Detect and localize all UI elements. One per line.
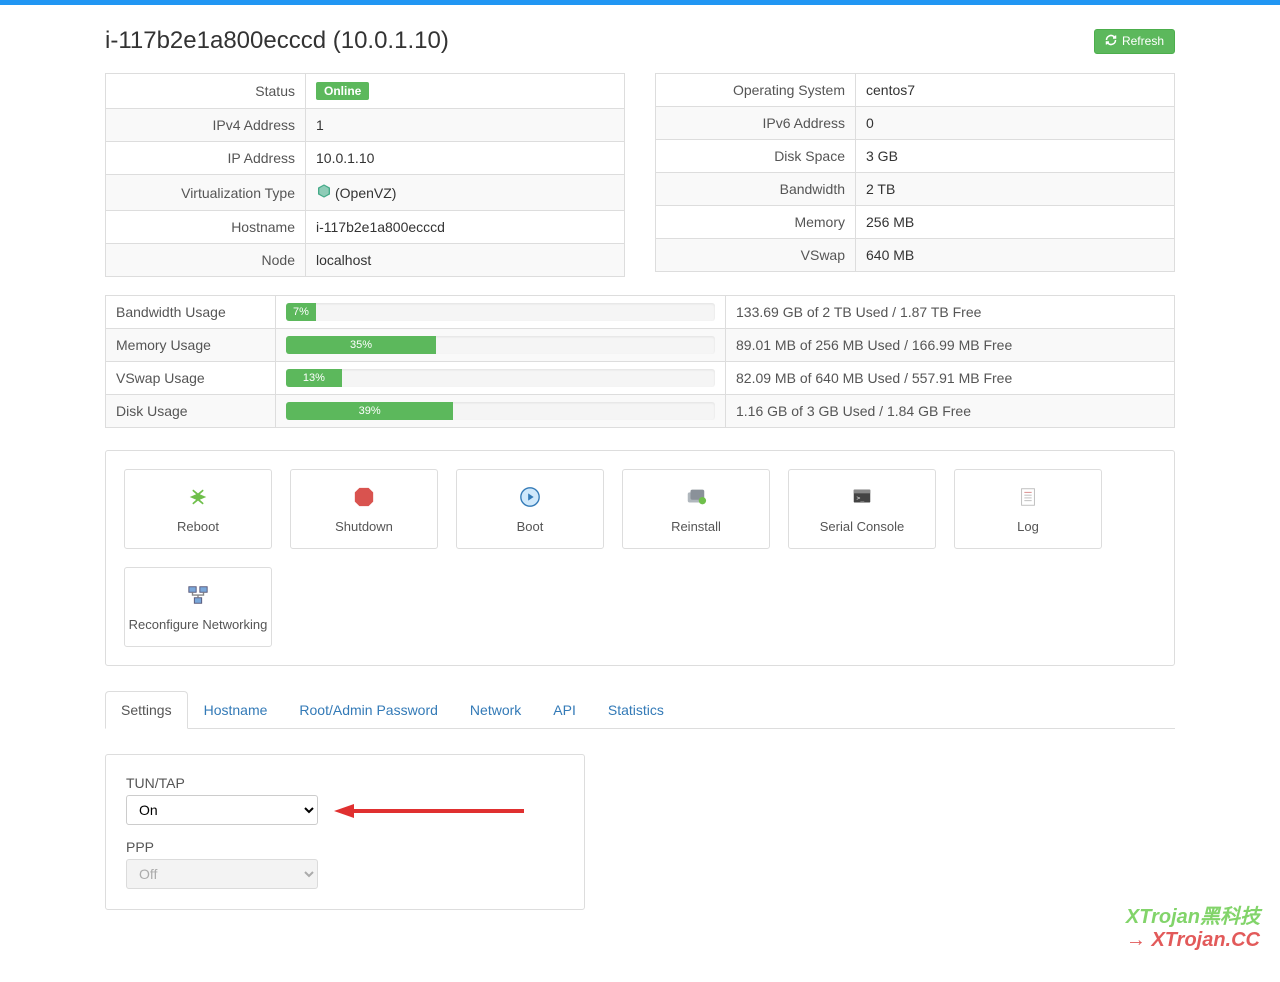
os-value: centos7 <box>856 74 1175 107</box>
refresh-label: Refresh <box>1122 34 1164 48</box>
info-table-left: Status Online IPv4 Address 1 IP Address … <box>105 73 625 277</box>
status-label: Status <box>106 74 306 109</box>
refresh-icon <box>1105 34 1117 49</box>
watermark-line2: → XTrojan.CC <box>1126 929 1260 952</box>
tab-settings[interactable]: Settings <box>105 691 188 729</box>
usage-text: 133.69 GB of 2 TB Used / 1.87 TB Free <box>726 296 1175 329</box>
status-badge: Online <box>316 82 369 100</box>
usage-text: 1.16 GB of 3 GB Used / 1.84 GB Free <box>726 395 1175 428</box>
reinstall-label: Reinstall <box>671 519 721 534</box>
shutdown-button[interactable]: Shutdown <box>290 469 438 549</box>
reboot-label: Reboot <box>177 519 219 534</box>
ppp-label: PPP <box>126 839 564 855</box>
reboot-icon <box>186 485 210 509</box>
log-button[interactable]: Log <box>954 469 1102 549</box>
usage-bar: 7% <box>286 303 316 321</box>
disk-label: Disk Space <box>656 140 856 173</box>
usage-text: 89.01 MB of 256 MB Used / 166.99 MB Free <box>726 329 1175 362</box>
ipv6-value: 0 <box>856 107 1175 140</box>
actions-panel: Reboot Shutdown Boot Reinstall <box>105 450 1175 666</box>
tuntap-select[interactable]: On <box>126 795 318 825</box>
shutdown-icon <box>352 485 376 509</box>
usage-table: Bandwidth Usage 7% 133.69 GB of 2 TB Used … <box>105 295 1175 428</box>
usage-bar-cell: 35% <box>276 329 726 362</box>
bw-label: Bandwidth <box>656 173 856 206</box>
boot-button[interactable]: Boot <box>456 469 604 549</box>
usage-label: Memory Usage <box>106 329 276 362</box>
node-label: Node <box>106 244 306 277</box>
log-label: Log <box>1017 519 1039 534</box>
reinstall-icon <box>684 485 708 509</box>
annotation-arrow <box>334 801 524 821</box>
tabs-nav: Settings Hostname Root/Admin Password Ne… <box>105 691 1175 729</box>
usage-label: Bandwidth Usage <box>106 296 276 329</box>
usage-text: 82.09 MB of 640 MB Used / 557.91 MB Free <box>726 362 1175 395</box>
hostname-value: i-117b2e1a800ecccd <box>306 211 625 244</box>
tuntap-label: TUN/TAP <box>126 775 564 791</box>
refresh-button[interactable]: Refresh <box>1094 29 1175 54</box>
disk-value: 3 GB <box>856 140 1175 173</box>
reconfigure-networking-button[interactable]: Reconfigure Networking <box>124 567 272 647</box>
virt-value: (OpenVZ) <box>335 185 396 201</box>
usage-bar-cell: 13% <box>276 362 726 395</box>
serial-console-button[interactable]: >_ Serial Console <box>788 469 936 549</box>
top-accent-bar <box>0 0 1280 5</box>
usage-bar-cell: 7% <box>276 296 726 329</box>
ipv6-label: IPv6 Address <box>656 107 856 140</box>
vswap-value: 640 MB <box>856 239 1175 272</box>
mem-value: 256 MB <box>856 206 1175 239</box>
openvz-icon <box>316 183 332 202</box>
mem-label: Memory <box>656 206 856 239</box>
usage-row: Bandwidth Usage 7% 133.69 GB of 2 TB Used … <box>106 296 1175 329</box>
serial-label: Serial Console <box>820 519 905 534</box>
usage-bar: 39% <box>286 402 453 420</box>
tab-rootpw[interactable]: Root/Admin Password <box>283 691 454 729</box>
boot-label: Boot <box>517 519 544 534</box>
node-value: localhost <box>306 244 625 277</box>
tab-network[interactable]: Network <box>454 691 537 729</box>
usage-bar: 13% <box>286 369 342 387</box>
virt-label: Virtualization Type <box>106 175 306 211</box>
usage-row: VSwap Usage 13% 82.09 MB of 640 MB Used / … <box>106 362 1175 395</box>
page-title: i-117b2e1a800ecccd (10.0.1.10) <box>105 27 449 55</box>
settings-panel: TUN/TAP On PPP Off <box>105 754 585 910</box>
hostname-label: Hostname <box>106 211 306 244</box>
usage-label: VSwap Usage <box>106 362 276 395</box>
ip-value: 10.0.1.10 <box>306 142 625 175</box>
boot-icon <box>518 485 542 509</box>
os-label: Operating System <box>656 74 856 107</box>
ipv4-label: IPv4 Address <box>106 109 306 142</box>
svg-text:>_: >_ <box>857 493 865 501</box>
tab-hostname[interactable]: Hostname <box>188 691 284 729</box>
usage-label: Disk Usage <box>106 395 276 428</box>
network-icon <box>186 583 210 607</box>
ip-label: IP Address <box>106 142 306 175</box>
tab-statistics[interactable]: Statistics <box>592 691 680 729</box>
usage-row: Memory Usage 35% 89.01 MB of 256 MB Used /… <box>106 329 1175 362</box>
tab-api[interactable]: API <box>537 691 592 729</box>
bw-value: 2 TB <box>856 173 1175 206</box>
info-table-right: Operating System centos7 IPv6 Address 0 … <box>655 73 1175 272</box>
reinstall-button[interactable]: Reinstall <box>622 469 770 549</box>
ipv4-value: 1 <box>306 109 625 142</box>
ppp-select: Off <box>126 859 318 889</box>
vswap-label: VSwap <box>656 239 856 272</box>
terminal-icon: >_ <box>850 485 874 509</box>
usage-bar-cell: 39% <box>276 395 726 428</box>
reconfig-label: Reconfigure Networking <box>129 617 268 632</box>
log-icon <box>1016 485 1040 509</box>
reboot-button[interactable]: Reboot <box>124 469 272 549</box>
shutdown-label: Shutdown <box>335 519 393 534</box>
usage-row: Disk Usage 39% 1.16 GB of 3 GB Used / 1.84… <box>106 395 1175 428</box>
usage-bar: 35% <box>286 336 436 354</box>
